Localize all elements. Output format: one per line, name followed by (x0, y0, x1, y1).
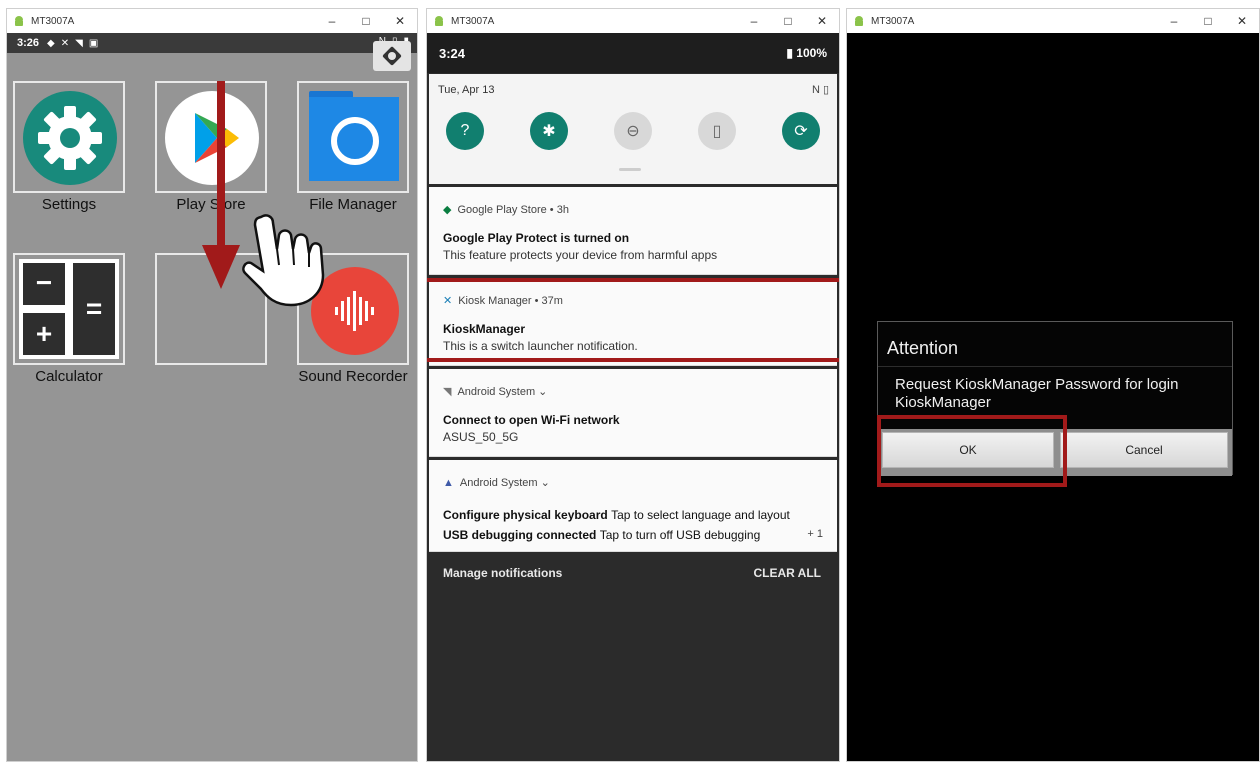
swipe-arrow-head (202, 245, 240, 289)
status-time: 3:26 (17, 37, 40, 49)
maximize-button[interactable]: □ (771, 14, 805, 28)
notification-wifi[interactable]: ◥ Android System ⌄ Connect to open Wi-Fi … (429, 369, 837, 457)
close-button[interactable]: ✕ (805, 14, 839, 28)
emulator-window-3: MT3007A – □ ✕ Attention Request KioskMan… (846, 8, 1260, 762)
notification-shade: 3:24 ▮ 100% Tue, Apr 13 N ▯ ? ✱ ⊖ ▯ ⟳ ◆ G… (427, 33, 839, 761)
status-bar[interactable]: 3:26 ◆ ✕ ◥ ▣ N▯▮ (7, 33, 417, 53)
minimize-button[interactable]: – (1157, 14, 1191, 28)
wifi-icon: ◥ (75, 37, 83, 49)
android-system-icon: ▲ (443, 476, 454, 489)
notification-play-protect[interactable]: ◆ Google Play Store • 3h Google Play Prot… (429, 187, 837, 275)
shield-icon: ◆ (443, 204, 452, 216)
tools-icon: ✕ (60, 37, 70, 49)
wifi-icon: ◥ (443, 386, 452, 398)
android-icon (855, 16, 863, 26)
highlight-box-kiosk-notification (427, 278, 839, 362)
close-button[interactable]: ✕ (383, 14, 417, 28)
nfc-vibrate-icons: N ▯ (811, 84, 829, 96)
maximize-button[interactable]: □ (1191, 14, 1225, 28)
shield-icon: ◆ (47, 37, 55, 49)
swipe-down-arrow (217, 81, 225, 271)
more-count: + 1 (807, 528, 823, 540)
minimize-button[interactable]: – (737, 14, 771, 28)
notification-app: Android System ⌄ (459, 477, 550, 489)
window-title: MT3007A (31, 15, 75, 27)
app-file-manager[interactable] (297, 81, 409, 193)
status-bar: 3:24 ▮ 100% (427, 33, 839, 73)
flashlight-icon[interactable]: ▯ (698, 112, 736, 150)
app-label-settings: Settings (41, 196, 97, 213)
window-titlebar: MT3007A – □ ✕ (427, 9, 839, 33)
notification-title: Connect to open Wi-Fi network (443, 413, 620, 427)
hand-pointer-icon (242, 214, 325, 307)
app-label-sound-recorder: Sound Recorder (298, 368, 408, 385)
emulator-window-2: MT3007A – □ ✕ 3:24 ▮ 100% Tue, Apr 13 N … (426, 8, 840, 762)
calculator-icon: − = + (19, 259, 119, 359)
minimize-button[interactable]: – (315, 14, 349, 28)
autorotate-icon[interactable]: ⟳ (782, 112, 820, 150)
notification-app: Google Play Store • 3h (457, 203, 569, 216)
android-icon (15, 16, 23, 26)
wifi-question-icon[interactable]: ? (446, 112, 484, 150)
dialog-message: Request KioskManager Password for login … (895, 376, 1179, 411)
rotate-icon (382, 46, 402, 66)
dialog-title: Attention (887, 338, 959, 358)
notification-app: Android System ⌄ (457, 386, 548, 398)
window-titlebar: MT3007A – □ ✕ (7, 9, 417, 33)
window-titlebar: MT3007A – □ ✕ (847, 9, 1259, 33)
android-icon (435, 16, 443, 26)
status-time: 3:24 (439, 45, 466, 61)
close-button[interactable]: ✕ (1225, 14, 1259, 28)
qs-date: Tue, Apr 13 (438, 84, 495, 96)
maximize-button[interactable]: □ (349, 14, 383, 28)
dnd-icon[interactable]: ⊖ (614, 112, 652, 150)
notification-title-2: USB debugging connected Tap to turn off … (443, 528, 761, 542)
clear-all-button[interactable]: CLEAR ALL (753, 566, 821, 580)
expand-handle[interactable] (619, 168, 641, 171)
notification-title: Configure physical keyboard Tap to selec… (443, 508, 790, 522)
highlight-box-ok-button (877, 415, 1067, 487)
launcher-screen: 3:26 ◆ ✕ ◥ ▣ N▯▮ Settings Play Store (7, 33, 417, 761)
app-settings[interactable] (13, 81, 125, 193)
emulator-window-1: MT3007A – □ ✕ 3:26 ◆ ✕ ◥ ▣ N▯▮ Settings (6, 8, 418, 762)
bluetooth-icon[interactable]: ✱ (530, 112, 568, 150)
play-store-icon (165, 91, 259, 185)
notification-text: ASUS_50_5G (443, 430, 519, 444)
window-title: MT3007A (871, 15, 915, 27)
rotate-screen-button[interactable] (373, 41, 411, 71)
app-label-calculator: Calculator (35, 368, 103, 385)
window-title: MT3007A (451, 15, 495, 27)
notification-icon: ▣ (88, 37, 99, 49)
kiosk-screen: Attention Request KioskManager Password … (847, 33, 1259, 761)
cancel-button[interactable]: Cancel (1060, 432, 1228, 468)
battery-level: ▮ 100% (786, 46, 827, 60)
app-calculator[interactable]: − = + (13, 253, 125, 365)
notification-text: This feature protects your device from h… (443, 248, 718, 262)
quick-settings-panel: Tue, Apr 13 N ▯ ? ✱ ⊖ ▯ ⟳ (429, 74, 837, 184)
app-play-store[interactable] (155, 81, 267, 193)
manage-notifications-button[interactable]: Manage notifications (443, 566, 562, 580)
notification-title: Google Play Protect is turned on (443, 231, 630, 245)
gear-icon (23, 91, 117, 185)
dialog-divider (878, 366, 1232, 367)
notification-android-system[interactable]: ▲ Android System ⌄ Configure physical key… (429, 460, 837, 552)
